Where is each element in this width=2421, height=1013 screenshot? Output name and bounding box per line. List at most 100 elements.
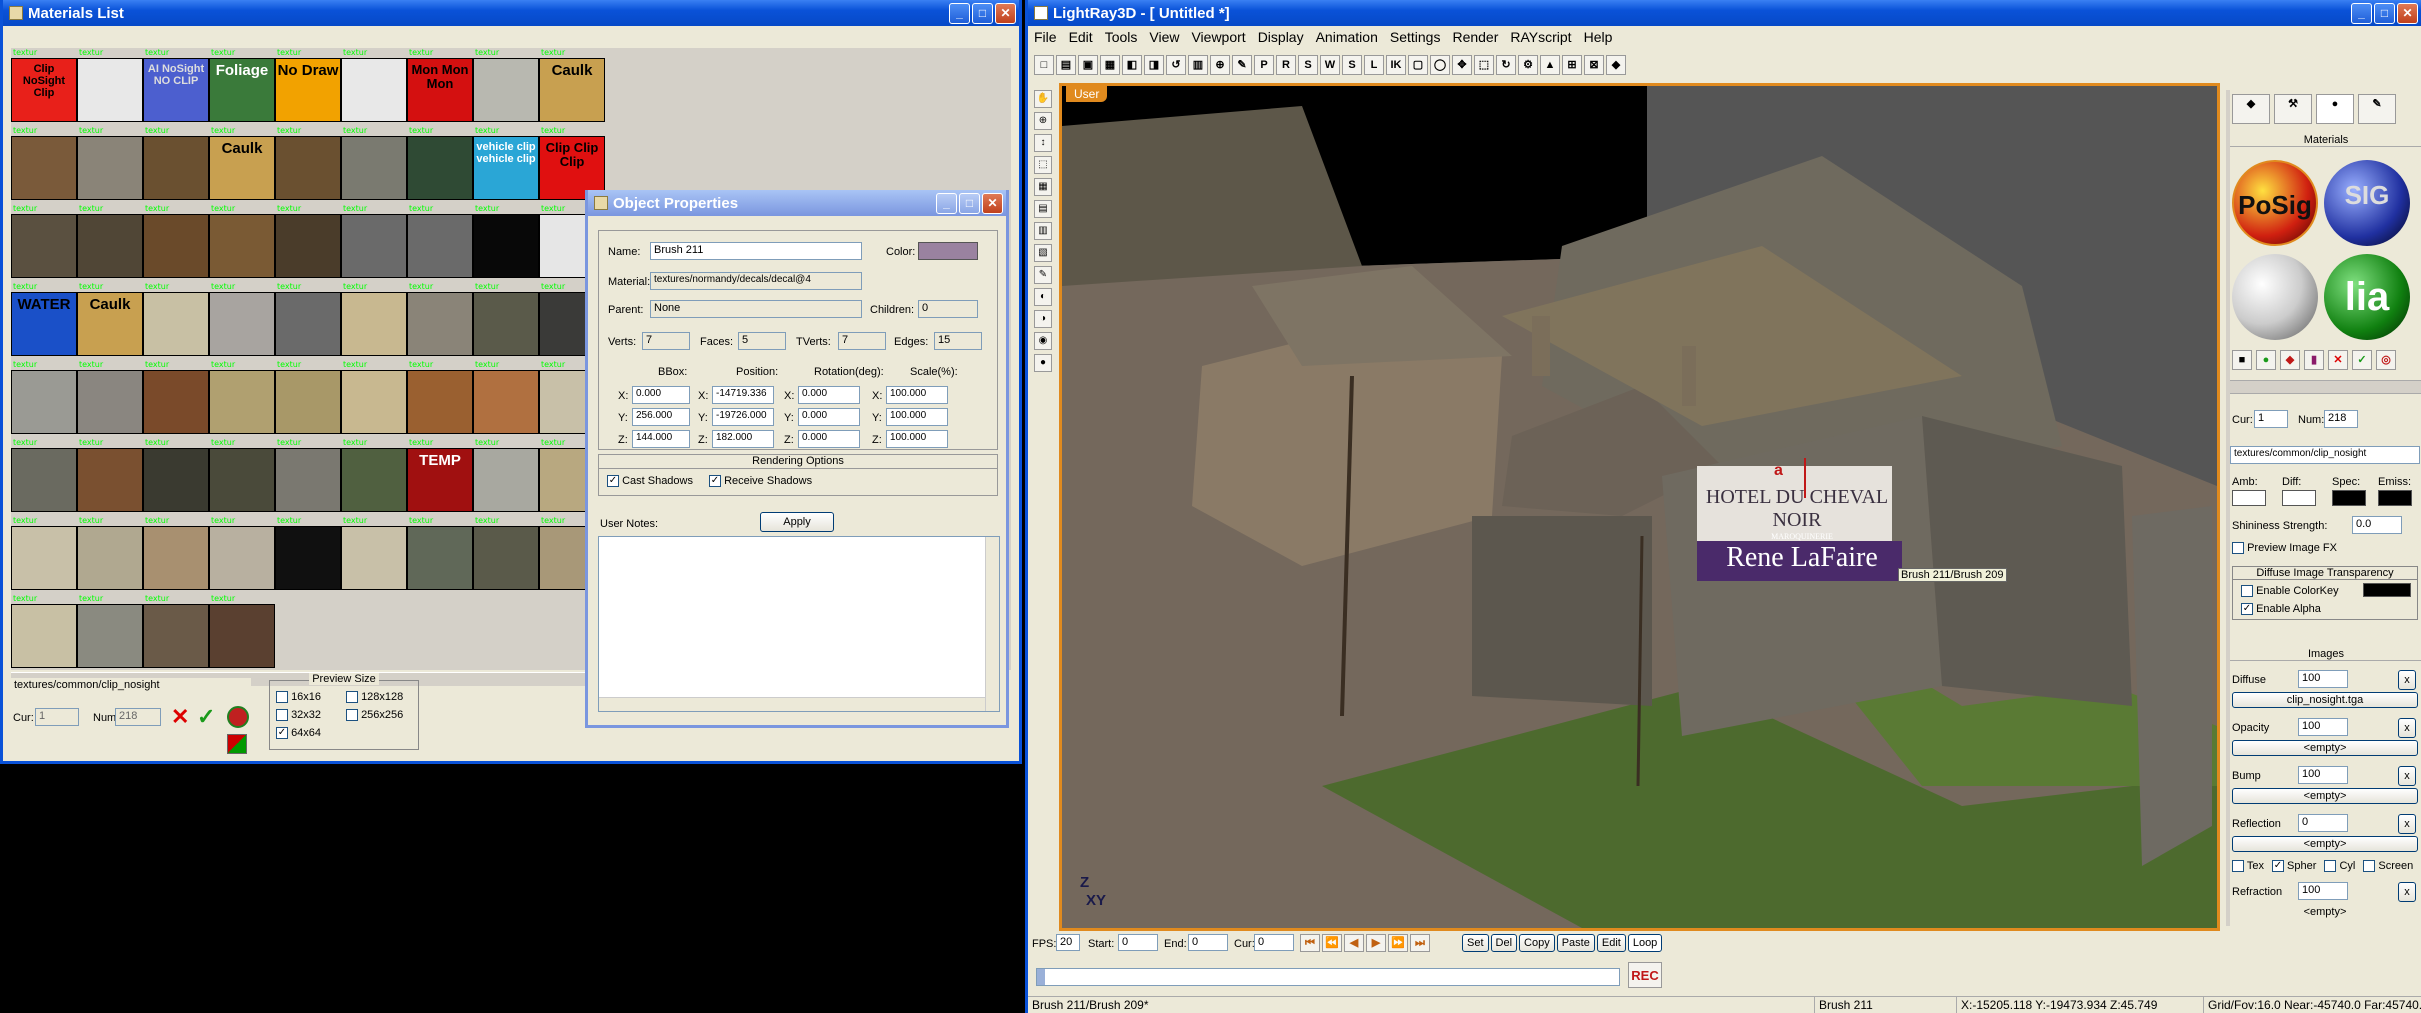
menu-item-settings[interactable]: Settings	[1390, 29, 1441, 45]
toolbar-tool-5-icon[interactable]: ◧	[1122, 55, 1142, 75]
rotation-field[interactable]: 0.000	[798, 408, 860, 426]
toolbar-tool-2-icon[interactable]: ▤	[1056, 55, 1076, 75]
toolbar-letter-button[interactable]: S	[1298, 55, 1318, 75]
toolbar-extra-1-icon[interactable]: ▢	[1408, 55, 1428, 75]
toolbar-tool-6-icon[interactable]: ◨	[1144, 55, 1164, 75]
timeline-set-button[interactable]: Set	[1462, 934, 1489, 952]
channel-clear-button[interactable]: x	[2398, 670, 2416, 690]
left-tool-10-icon[interactable]: ◐	[1034, 288, 1052, 306]
material-tile[interactable]	[275, 448, 341, 512]
channel-clear-button[interactable]: x	[2398, 766, 2416, 786]
tex-option[interactable]: Tex	[2232, 860, 2264, 873]
material-tile[interactable]	[143, 604, 209, 668]
scale-field[interactable]: 100.000	[886, 430, 948, 448]
left-tool-7-icon[interactable]: ▥	[1034, 222, 1052, 240]
toolbar-extra-9-icon[interactable]: ⊠	[1584, 55, 1604, 75]
start-field[interactable]: 0	[1118, 934, 1158, 951]
menu-item-rayscript[interactable]: RAYscript	[1510, 29, 1571, 45]
emissive-swatch[interactable]	[2378, 490, 2412, 506]
material-tile[interactable]	[341, 292, 407, 356]
viewport-label[interactable]: User	[1066, 86, 1108, 102]
cyl-option[interactable]: Cyl	[2324, 860, 2355, 873]
toolbar-letter-button[interactable]: IK	[1386, 55, 1406, 75]
material-tile[interactable]	[77, 604, 143, 668]
enable-alpha-option[interactable]: ✓ Enable Alpha	[2241, 603, 2321, 616]
material-tile[interactable]	[209, 604, 275, 668]
toolbar-letter-button[interactable]: P	[1254, 55, 1274, 75]
material-tile[interactable]	[11, 136, 77, 200]
toolbar-extra-2-icon[interactable]: ◯	[1430, 55, 1450, 75]
toolbar-extra-8-icon[interactable]: ⊞	[1562, 55, 1582, 75]
delete-material-icon[interactable]: ✕	[171, 706, 191, 728]
bbox-field[interactable]: 144.000	[632, 430, 690, 448]
channel-file-button[interactable]: clip_nosight.tga	[2232, 692, 2418, 708]
toolbar-extra-3-icon[interactable]: ✥	[1452, 55, 1472, 75]
material-tile[interactable]	[407, 136, 473, 200]
tab-render-icon[interactable]: ✎	[2358, 94, 2396, 124]
toolbar-tool-10-icon[interactable]: ✎	[1232, 55, 1252, 75]
minimize-button[interactable]: _	[2351, 3, 2372, 24]
fps-field[interactable]: 20	[1056, 934, 1080, 951]
menu-item-display[interactable]: Display	[1258, 29, 1304, 45]
left-tool-11-icon[interactable]: ◑	[1034, 310, 1052, 328]
left-tool-4-icon[interactable]: ⬚	[1034, 156, 1052, 174]
prev-key-icon[interactable]: ⏪	[1322, 934, 1342, 952]
notes-horizontal-scrollbar[interactable]	[599, 697, 985, 711]
material-tile[interactable]	[143, 448, 209, 512]
minimize-button[interactable]: _	[936, 193, 957, 214]
left-tool-5-icon[interactable]: ▦	[1034, 178, 1052, 196]
left-tool-1-icon[interactable]: ✋	[1034, 90, 1052, 108]
position-field[interactable]: -19726.000	[712, 408, 774, 426]
num-field[interactable]: 218	[2324, 410, 2358, 428]
material-path-field[interactable]: textures/common/clip_nosight	[2230, 446, 2420, 464]
toolbar-extra-7-icon[interactable]: ▲	[1540, 55, 1560, 75]
material-tile[interactable]	[407, 292, 473, 356]
channel-file-button[interactable]: <empty>	[2232, 836, 2418, 852]
timeline-del-button[interactable]: Del	[1490, 934, 1518, 952]
close-button[interactable]: ✕	[2397, 3, 2418, 24]
preview-128-option[interactable]: 128x128	[346, 691, 403, 704]
material-tile[interactable]	[473, 448, 539, 512]
left-tool-9-icon[interactable]: ✎	[1034, 266, 1052, 284]
left-tool-3-icon[interactable]: ↕	[1034, 134, 1052, 152]
material-tile[interactable]	[341, 214, 407, 278]
channel-value-field[interactable]: 0	[2298, 814, 2348, 832]
refresh-icon[interactable]: ◎	[2376, 350, 2396, 370]
material-tile[interactable]	[473, 370, 539, 434]
timeline-copy-button[interactable]: Copy	[1519, 934, 1555, 952]
material-tile[interactable]: AI NoSight NO CLIP	[143, 58, 209, 122]
menu-item-viewport[interactable]: Viewport	[1191, 29, 1245, 45]
material-tile[interactable]	[341, 58, 407, 122]
preview-64-option[interactable]: ✓ 64x64	[276, 727, 321, 740]
material-tool-1-icon[interactable]: ■	[2232, 350, 2252, 370]
material-options-icon[interactable]	[227, 734, 247, 754]
prev-frame-icon[interactable]: ◀	[1344, 934, 1364, 952]
material-sphere-2[interactable]: SIG	[2324, 160, 2410, 246]
screen-option[interactable]: Screen	[2363, 860, 2413, 873]
scale-field[interactable]: 100.000	[886, 386, 948, 404]
menu-item-render[interactable]: Render	[1452, 29, 1498, 45]
material-tile[interactable]: Foliage	[209, 58, 275, 122]
preview-fx-option[interactable]: Preview Image FX	[2232, 542, 2337, 555]
menu-item-help[interactable]: Help	[1584, 29, 1613, 45]
materials-list-titlebar[interactable]: Materials List _ □ ✕	[3, 0, 1019, 26]
spher-option[interactable]: ✓ Spher	[2271, 860, 2316, 873]
material-tile[interactable]	[209, 214, 275, 278]
timeline-track[interactable]	[1036, 968, 1620, 986]
position-field[interactable]: 182.000	[712, 430, 774, 448]
material-scrollbar[interactable]	[2228, 380, 2421, 394]
bbox-field[interactable]: 256.000	[632, 408, 690, 426]
material-sphere-3[interactable]	[2232, 254, 2318, 340]
parent-field[interactable]: None	[650, 300, 862, 318]
material-tile[interactable]	[77, 136, 143, 200]
object-properties-titlebar[interactable]: Object Properties _ □ ✕	[588, 190, 1006, 216]
delete-icon[interactable]: ✕	[2328, 350, 2348, 370]
menu-item-tools[interactable]: Tools	[1105, 29, 1138, 45]
channel-file-button[interactable]: <empty>	[2232, 788, 2418, 804]
toolbar-letter-button[interactable]: S	[1342, 55, 1362, 75]
material-tile[interactable]	[77, 448, 143, 512]
toolbar-extra-10-icon[interactable]: ◆	[1606, 55, 1626, 75]
tab-objects-icon[interactable]: ◆	[2232, 94, 2270, 124]
diffuse-swatch[interactable]	[2282, 490, 2316, 506]
apply-button[interactable]: Apply	[760, 512, 834, 532]
